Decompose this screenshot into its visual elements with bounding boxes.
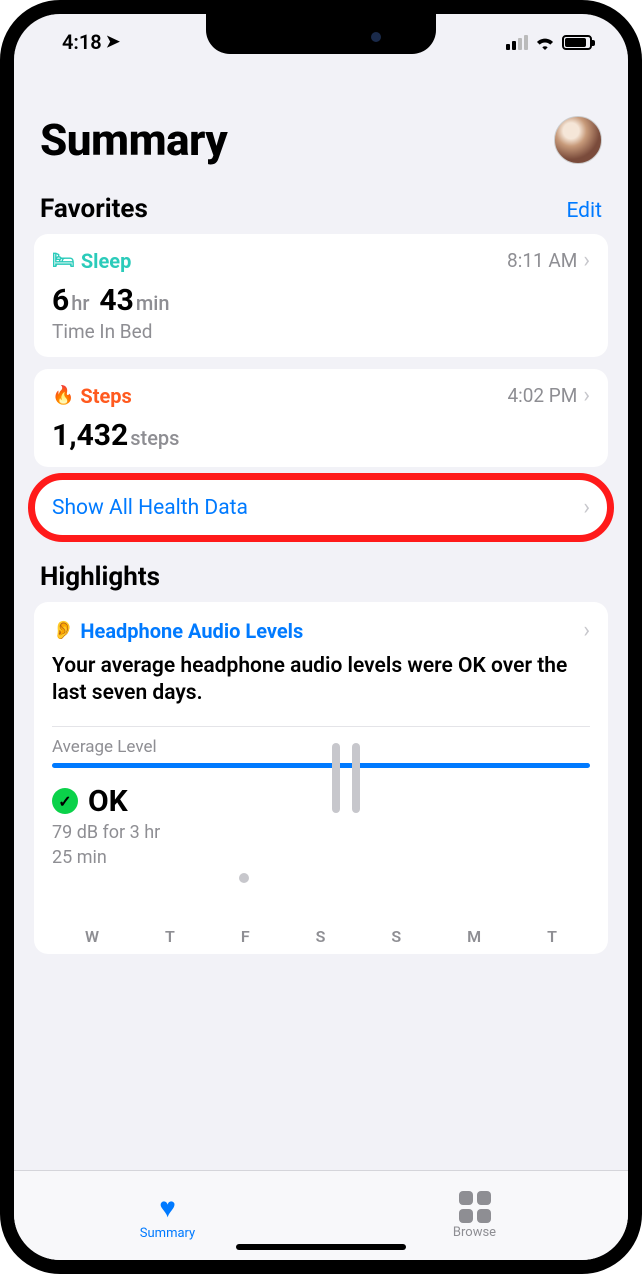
- cellular-signal-icon: [506, 35, 528, 50]
- location-icon: ➤: [106, 32, 120, 52]
- ok-subtext-2: 25 min: [52, 846, 590, 869]
- headphone-label: Headphone Audio Levels: [80, 619, 303, 643]
- ok-subtext-1: 79 dB for 3 hr: [52, 821, 590, 844]
- flame-icon: 🔥: [52, 385, 74, 406]
- steps-value: 1,432: [52, 418, 128, 453]
- bed-icon: 🛏: [52, 250, 75, 271]
- sleep-label: Sleep: [81, 249, 131, 273]
- headphone-description: Your average headphone audio levels were…: [52, 653, 590, 708]
- sleep-minutes: 43: [99, 283, 133, 318]
- home-indicator[interactable]: [236, 1244, 406, 1250]
- steps-timestamp: 4:02 PM: [507, 384, 577, 407]
- ok-checkmark-icon: ✓: [52, 788, 78, 814]
- highlights-heading: Highlights: [40, 562, 160, 592]
- headphone-audio-card[interactable]: 👂 Headphone Audio Levels › Your average …: [34, 602, 608, 954]
- ok-status: OK: [88, 784, 128, 819]
- grid-icon: [459, 1191, 491, 1223]
- level-markers: [332, 743, 360, 813]
- steps-label: Steps: [80, 384, 131, 408]
- divider: [52, 726, 590, 727]
- status-time: 4:18: [62, 30, 102, 54]
- edit-button[interactable]: Edit: [566, 199, 602, 223]
- heart-icon: ♥: [159, 1191, 176, 1224]
- steps-card[interactable]: 🔥 Steps 4:02 PM › 1,432steps: [34, 369, 608, 467]
- wifi-icon: [534, 34, 556, 50]
- sleep-sublabel: Time In Bed: [52, 320, 590, 343]
- device-notch: [206, 14, 436, 54]
- level-bar: [52, 763, 590, 768]
- chevron-right-icon: ›: [583, 248, 590, 273]
- chevron-right-icon: ›: [583, 383, 590, 408]
- favorites-heading: Favorites: [40, 194, 148, 224]
- day-labels: W T F S S M T: [52, 927, 590, 946]
- chevron-right-icon: ›: [583, 618, 590, 643]
- day-indicator: [239, 873, 249, 883]
- chevron-right-icon: ›: [583, 495, 590, 520]
- ear-icon: 👂: [52, 620, 74, 641]
- sleep-hours: 6: [52, 283, 69, 318]
- show-all-health-data-button[interactable]: Show All Health Data ›: [34, 479, 608, 536]
- profile-avatar[interactable]: [554, 116, 602, 164]
- average-level-label: Average Level: [52, 737, 590, 757]
- page-title: Summary: [40, 114, 227, 166]
- sleep-timestamp: 8:11 AM: [507, 249, 577, 272]
- sleep-card[interactable]: 🛏 Sleep 8:11 AM › 6hr 43min Time In Bed: [34, 234, 608, 357]
- battery-icon: [562, 35, 592, 50]
